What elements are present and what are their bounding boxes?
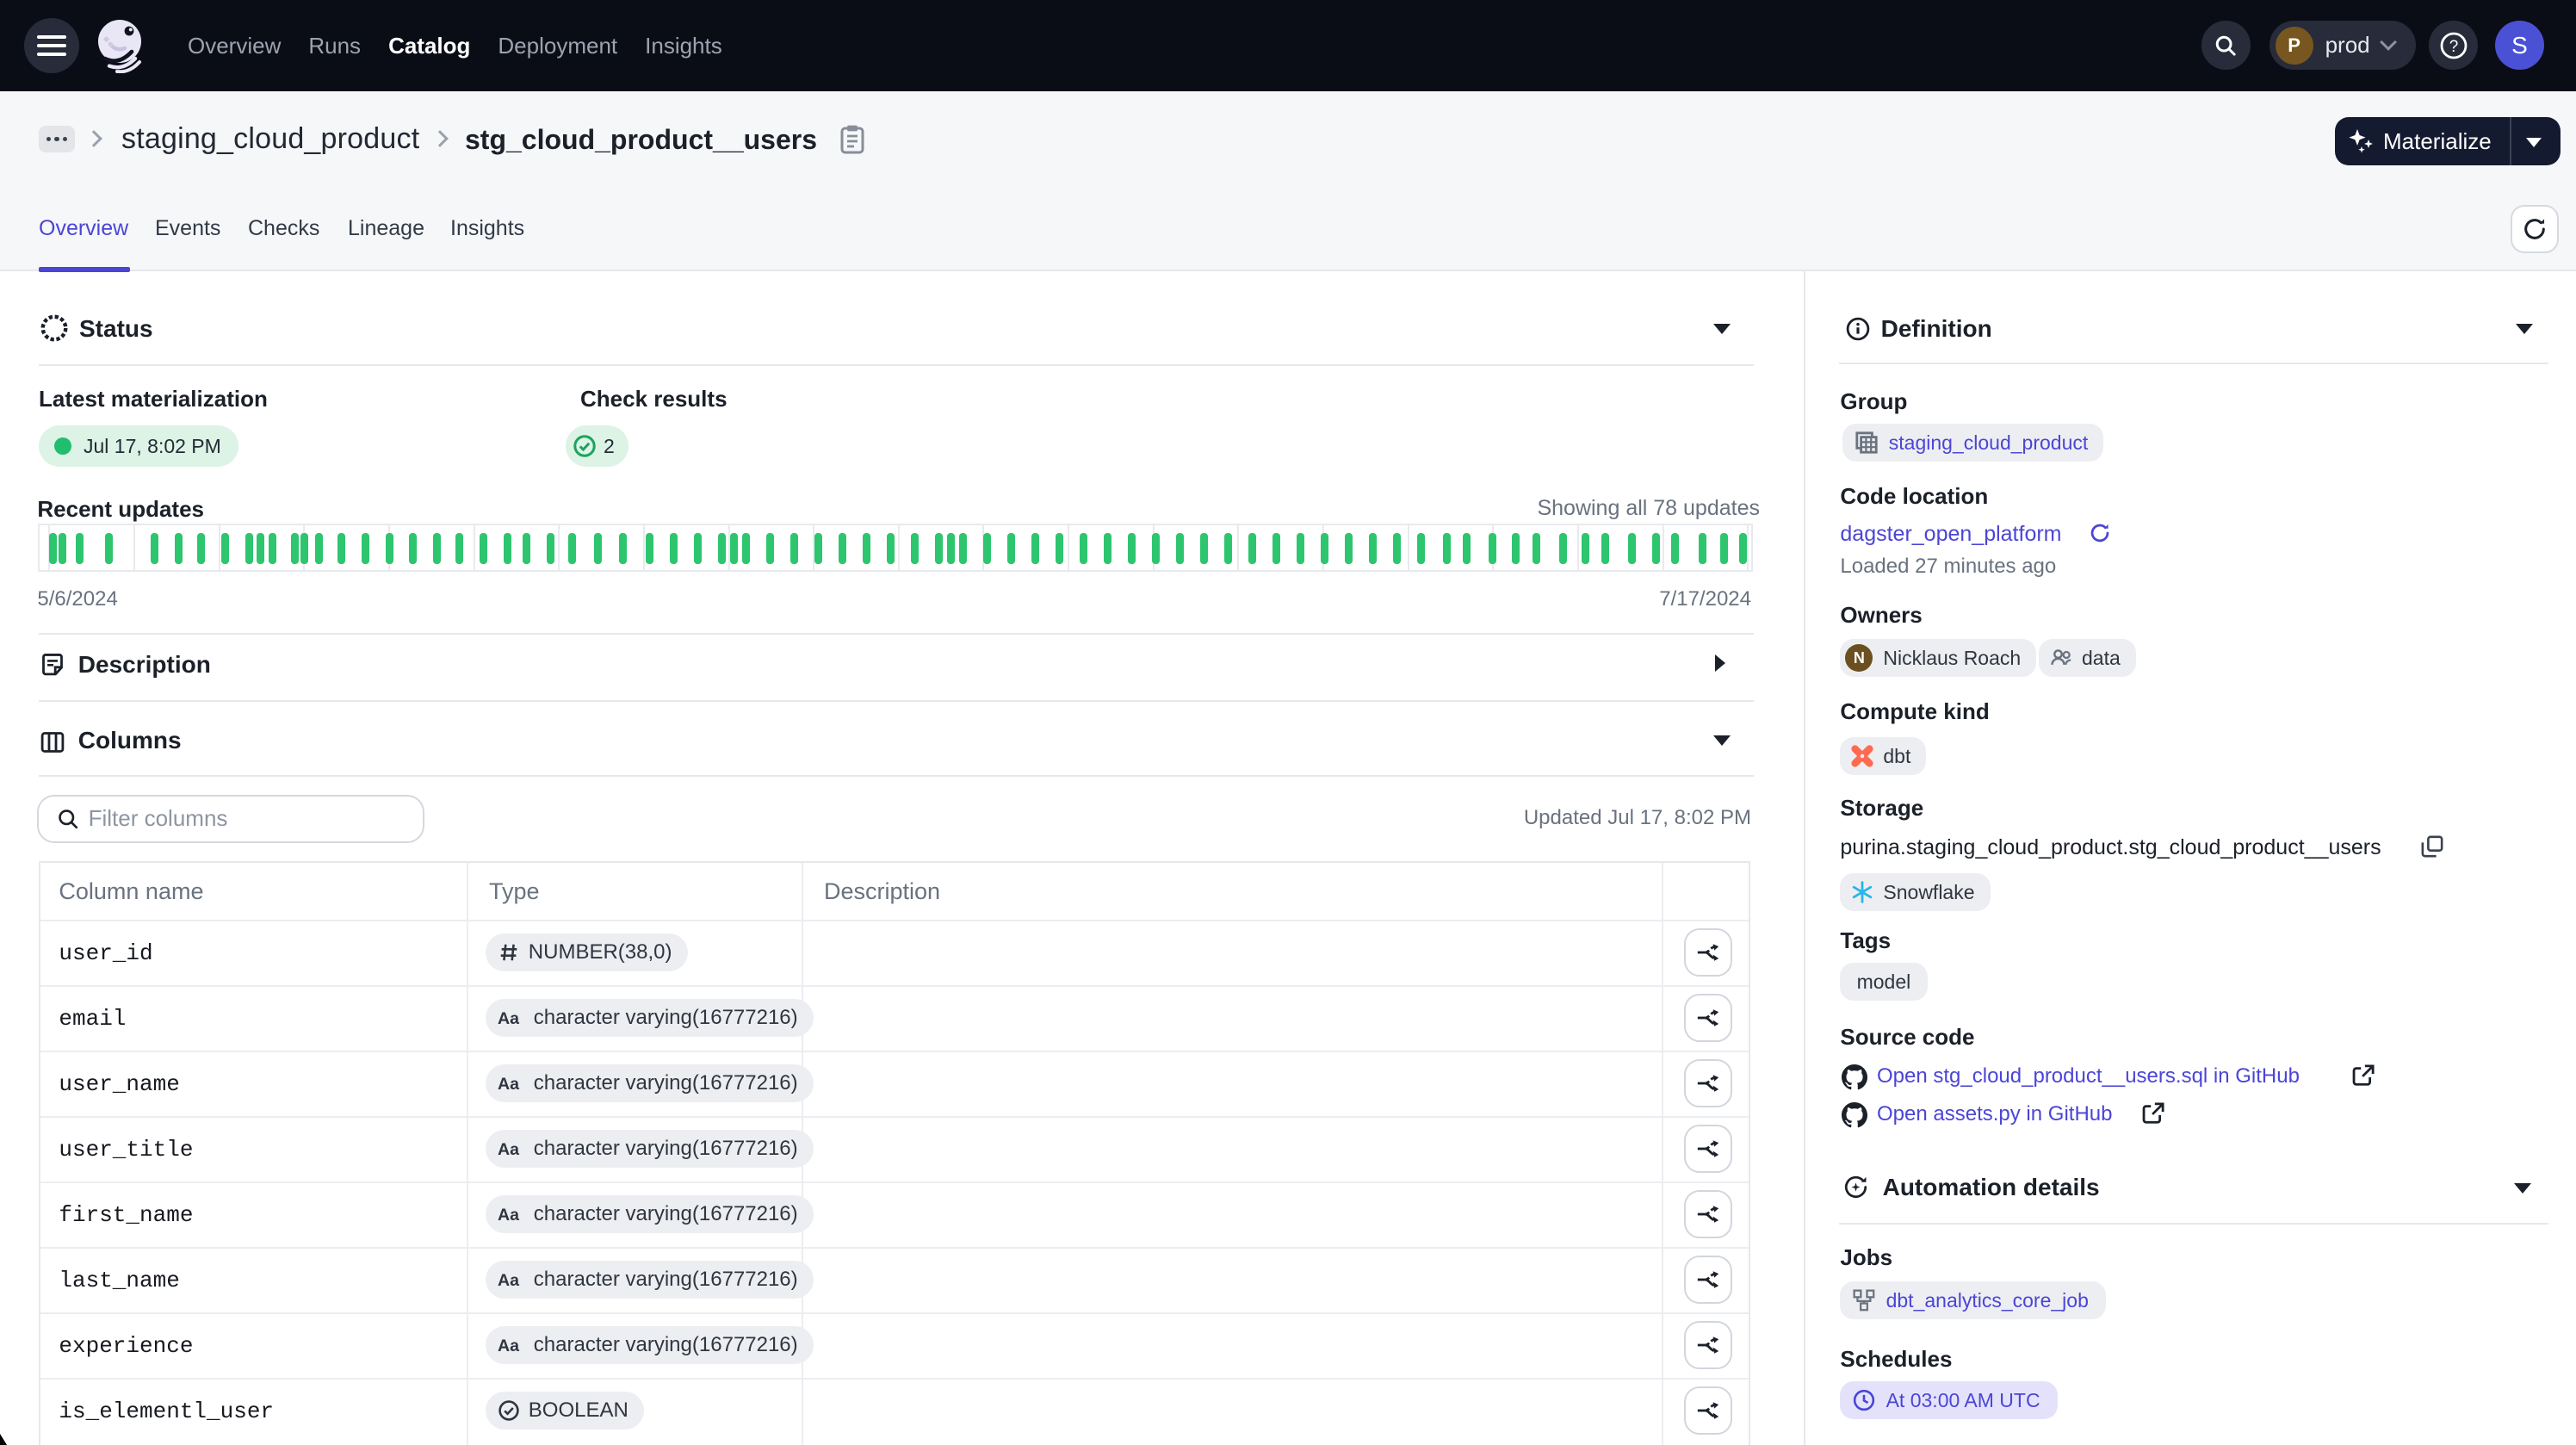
- svg-text:Aa: Aa: [498, 1140, 519, 1159]
- svg-text:Aa: Aa: [498, 1009, 519, 1028]
- svg-text:?: ?: [2449, 38, 2459, 56]
- svg-text:Aa: Aa: [498, 1271, 519, 1290]
- svg-text:Aa: Aa: [498, 1075, 519, 1094]
- svg-text:Aa: Aa: [498, 1206, 519, 1225]
- svg-text:Aa: Aa: [498, 1336, 519, 1355]
